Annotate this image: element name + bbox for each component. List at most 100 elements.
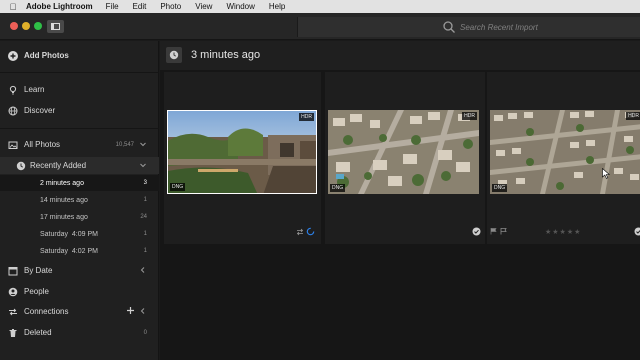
photo-cell-footer (325, 227, 485, 237)
dng-badge: DNG (330, 184, 346, 192)
recent-item-count: 1 (143, 248, 147, 254)
photo-cell[interactable]: HDR DNG (325, 72, 485, 244)
menu-bar:  Adobe Lightroom File Edit Photo View W… (0, 0, 640, 13)
recently-added-label: Recently Added (30, 161, 87, 170)
all-photos-label: All Photos (24, 140, 61, 149)
aerial-photo (490, 110, 640, 194)
clock-icon (169, 50, 179, 60)
discover-label: Discover (24, 106, 56, 115)
add-photos-label: Add Photos (24, 51, 69, 60)
recent-item-label: 2 minutes ago (40, 179, 84, 187)
sidebar-item-by-date[interactable]: By Date (0, 262, 159, 279)
divider (0, 128, 159, 129)
recent-item-saturday-409[interactable]: Saturday 4:09 PM 1 (0, 226, 159, 242)
menu-window[interactable]: Window (226, 2, 254, 11)
photo-cell[interactable]: HDR DNG (164, 72, 321, 244)
search-icon (443, 21, 455, 33)
recent-item-saturday-402[interactable]: Saturday 4:02 PM 1 (0, 243, 159, 259)
trash-icon (8, 328, 18, 338)
add-circle-icon (8, 50, 18, 61)
recent-item-count: 1 (143, 231, 147, 237)
photo-grid-area: 3 minutes ago HDR DNG HDR DNG HDR DNG ★★… (160, 41, 640, 360)
recent-item-label: Saturday 4:09 PM (40, 230, 98, 238)
sidebar-item-connections[interactable]: Connections (0, 303, 159, 320)
photo-cell[interactable]: HDR DNG ★★★★★ (487, 72, 640, 244)
sort-clock-button[interactable] (166, 47, 182, 63)
photo-cell-footer (164, 227, 321, 237)
recent-item-label: Saturday 4:02 PM (40, 247, 98, 255)
lightbulb-icon (8, 85, 18, 95)
recent-item-count: 3 (143, 180, 147, 186)
synced-check-icon (634, 227, 640, 238)
photo-cell-footer: ★★★★★ (487, 227, 640, 237)
group-header: 3 minutes ago (160, 41, 640, 70)
add-connection-icon[interactable] (126, 306, 135, 317)
menu-photo[interactable]: Photo (160, 2, 181, 11)
connections-label: Connections (24, 307, 69, 316)
window-toolbar: Search Recent Import (0, 13, 640, 40)
deleted-count: 0 (143, 329, 147, 336)
all-photos-count: 10,547 (115, 141, 134, 148)
sidebar-item-all-photos[interactable]: All Photos 10,547 (0, 136, 159, 153)
zoom-window-button[interactable] (34, 22, 42, 30)
group-title: 3 minutes ago (191, 49, 261, 61)
recent-item-17-minutes-ago[interactable]: 17 minutes ago 24 (0, 209, 159, 225)
menu-help[interactable]: Help (269, 2, 285, 11)
hdr-badge: HDR (299, 113, 314, 121)
menu-edit[interactable]: Edit (133, 2, 147, 11)
sidebar-item-discover[interactable]: Discover (0, 102, 159, 119)
hdr-badge: HDR (462, 112, 477, 120)
divider (0, 72, 159, 73)
learn-label: Learn (24, 85, 45, 94)
flag-reject-icon[interactable] (490, 227, 498, 237)
minimize-window-button[interactable] (22, 22, 30, 30)
hdr-badge: HDR (626, 112, 640, 120)
recent-item-label: 14 minutes ago (40, 196, 88, 204)
dng-badge: DNG (492, 184, 508, 192)
mouse-cursor-icon (602, 167, 611, 181)
add-photos-button[interactable]: Add Photos (0, 47, 159, 64)
recent-item-14-minutes-ago[interactable]: 14 minutes ago 1 (0, 192, 159, 208)
chevron-left-icon[interactable] (139, 266, 147, 276)
sidebar-item-people[interactable]: People (0, 283, 159, 300)
backyard-photo (168, 111, 316, 193)
person-icon (8, 287, 18, 297)
photos-stack-icon (8, 140, 18, 150)
recent-item-count: 1 (143, 197, 147, 203)
chevron-left-icon[interactable] (139, 307, 147, 317)
star-rating[interactable]: ★★★★★ (545, 228, 581, 236)
recent-item-label: 17 minutes ago (40, 213, 88, 221)
chevron-down-icon[interactable] (139, 161, 147, 171)
aerial-photo (328, 110, 479, 194)
photo-thumbnail-aerial-2[interactable]: HDR DNG (490, 110, 640, 194)
search-field[interactable]: Search Recent Import (297, 17, 640, 37)
connections-icon (8, 307, 18, 317)
sidebar-item-deleted[interactable]: Deleted 0 (0, 324, 159, 341)
search-placeholder: Search Recent Import (460, 22, 538, 32)
sidebar-item-learn[interactable]: Learn (0, 81, 159, 98)
people-label: People (24, 287, 49, 296)
close-window-button[interactable] (10, 22, 18, 30)
photo-thumbnail-backyard[interactable]: HDR DNG (167, 110, 317, 194)
menu-app-name[interactable]: Adobe Lightroom (26, 2, 93, 11)
recent-item-count: 24 (140, 214, 147, 220)
compare-arrows-icon[interactable] (296, 228, 304, 238)
globe-icon (8, 106, 18, 116)
flag-pick-icon[interactable] (500, 227, 508, 237)
by-date-label: By Date (24, 266, 53, 275)
sidebar-item-recently-added[interactable]: Recently Added (0, 157, 159, 174)
syncing-spinner-icon (306, 227, 315, 238)
panel-toggle-button[interactable] (47, 20, 64, 33)
recent-item-2-minutes-ago[interactable]: 2 minutes ago 3 (0, 175, 159, 191)
clock-icon (16, 161, 26, 171)
menu-view[interactable]: View (195, 2, 212, 11)
apple-icon[interactable]:  (0, 2, 26, 12)
deleted-label: Deleted (24, 328, 52, 337)
photo-thumbnail-aerial-1[interactable]: HDR DNG (328, 110, 479, 194)
chevron-down-icon[interactable] (139, 140, 147, 150)
synced-check-icon (472, 227, 481, 238)
calendar-icon (8, 266, 18, 276)
menu-file[interactable]: File (106, 2, 119, 11)
sidebar: Add Photos Learn Discover All Photos 10,… (0, 41, 159, 360)
dng-badge: DNG (170, 183, 186, 191)
